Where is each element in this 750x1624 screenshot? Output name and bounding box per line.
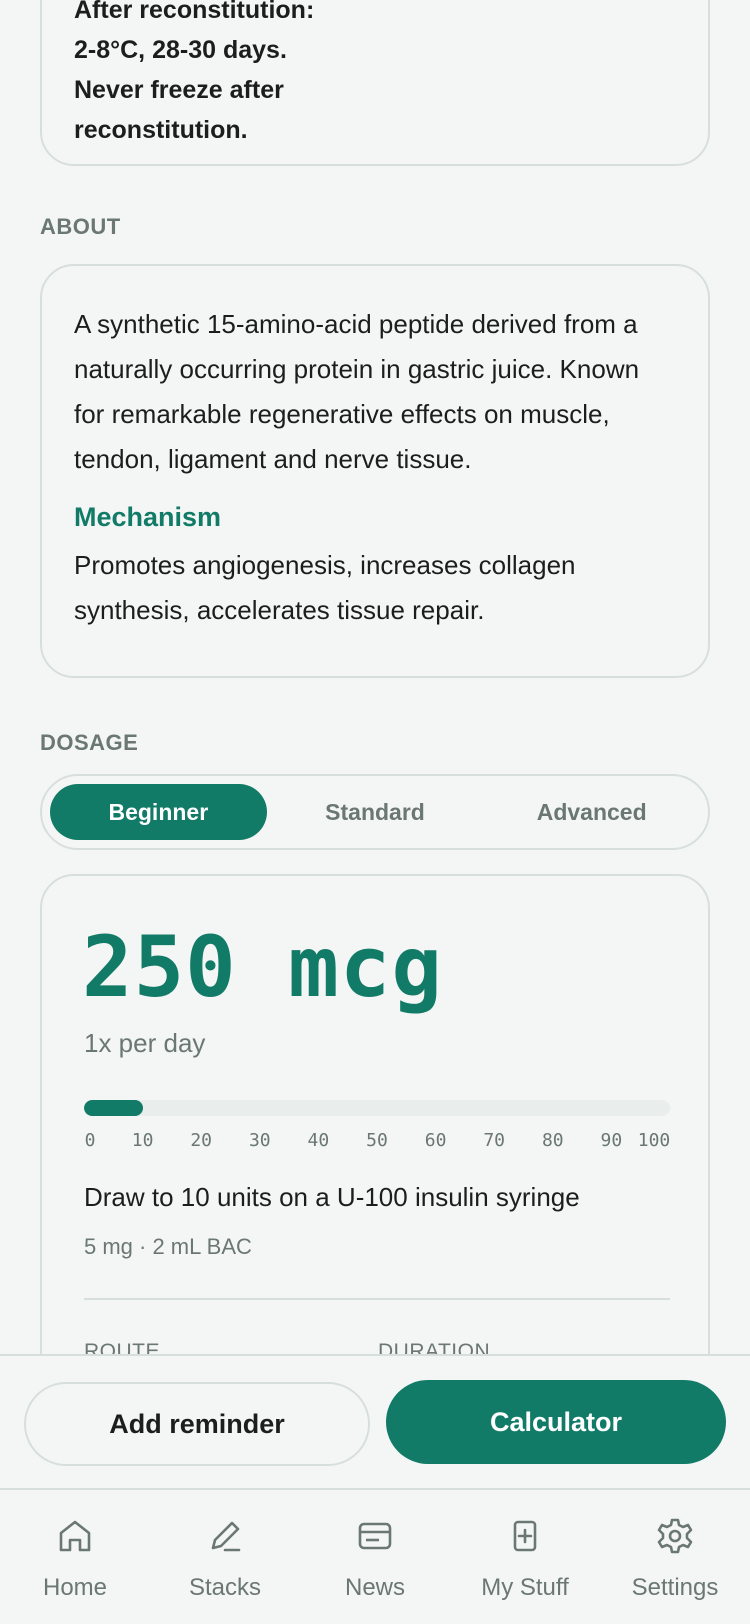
- plus-box-icon: [513, 1520, 537, 1552]
- pencil-icon: [211, 1521, 241, 1552]
- syringe-tick-label: 80: [541, 1130, 564, 1151]
- syringe-tick-label: 90: [600, 1130, 623, 1151]
- about-card: A synthetic 15-amino-acid peptide derive…: [40, 264, 710, 678]
- tab-my-stuff-label: My Stuff: [481, 1574, 569, 1601]
- home-icon: [59, 1520, 91, 1552]
- syringe-gauge: [84, 1100, 670, 1116]
- dose-frequency: 1x per day: [84, 1028, 206, 1058]
- dose-amount: 250 mcg: [82, 918, 444, 1016]
- syringe-tick-label: 40: [307, 1130, 330, 1151]
- tab-stacks-label: Stacks: [188, 1574, 262, 1601]
- storage-instructions: After reconstitution: 2-8°C, 28-30 days.…: [74, 0, 315, 144]
- tab-news[interactable]: News: [300, 1490, 450, 1624]
- syringe-tick-label: 70: [483, 1130, 506, 1151]
- bottom-tab-bar: Home Stacks News My Stuff Settings: [0, 1488, 750, 1624]
- add-reminder-button[interactable]: Add reminder: [24, 1382, 370, 1466]
- tab-advanced[interactable]: Advanced: [483, 784, 700, 840]
- syringe-tick-label: 100: [637, 1130, 671, 1151]
- mechanism-title: Mechanism: [74, 502, 222, 532]
- about-section-label: ABOUT: [40, 214, 121, 239]
- syringe-tick-label: 10: [131, 1130, 154, 1151]
- reconstitution-info: 5 mg · 2 mL BAC: [84, 1234, 252, 1259]
- dose-card: 250 mcg 1x per day 0 10 20 30 40 50 60 70 80 90 10…: [40, 874, 710, 1355]
- syringe-tick-label: 50: [366, 1130, 388, 1151]
- tab-standard[interactable]: Standard: [267, 784, 484, 840]
- tab-settings-label: Settings: [631, 1574, 719, 1601]
- about-description: A synthetic 15-amino-acid peptide derive…: [74, 309, 640, 474]
- tab-home[interactable]: Home: [0, 1490, 150, 1624]
- calculator-button[interactable]: Calculator: [386, 1380, 726, 1464]
- gear-icon: [657, 1518, 693, 1554]
- syringe-tick-label: 60: [424, 1130, 447, 1151]
- action-bar: Add reminder Calculator: [0, 1354, 750, 1488]
- tab-stacks[interactable]: Stacks: [150, 1490, 300, 1624]
- tab-home-label: Home: [42, 1574, 108, 1601]
- draw-instruction: Draw to 10 units on a U-100 insulin syri…: [84, 1182, 580, 1212]
- dosage-level-selector: Beginner Standard Advanced: [40, 774, 710, 850]
- tab-my-stuff[interactable]: My Stuff: [450, 1490, 600, 1624]
- duration-label: DURATION: [378, 1340, 491, 1355]
- news-icon: [358, 1522, 392, 1550]
- tab-settings[interactable]: Settings: [600, 1490, 750, 1624]
- syringe-fill: [84, 1100, 143, 1116]
- tab-beginner[interactable]: Beginner: [50, 784, 267, 840]
- tab-news-label: News: [344, 1574, 405, 1601]
- scroll-content[interactable]: After reconstitution: 2-8°C, 28-30 days.…: [0, 0, 750, 1355]
- divider: [84, 1298, 670, 1300]
- storage-card: After reconstitution: 2-8°C, 28-30 days.…: [40, 0, 710, 166]
- syringe-tick-label: 20: [190, 1130, 213, 1151]
- route-label: ROUTE: [84, 1340, 160, 1355]
- syringe-tick-label: 30: [248, 1130, 271, 1151]
- syringe-tick-label: 0: [84, 1130, 96, 1151]
- dosage-section-label: DOSAGE: [40, 730, 139, 755]
- mechanism-text: Promotes angiogenesis, increases collage…: [74, 550, 576, 625]
